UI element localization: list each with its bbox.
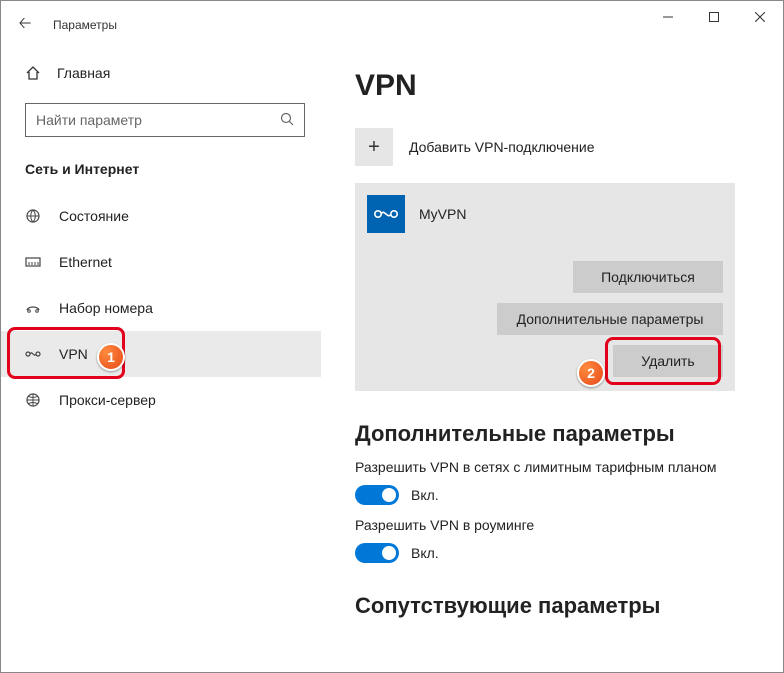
annotation-badge-1: 1 [97,343,125,371]
sidebar: Главная Найти параметр Сеть и Интернет С… [1,49,321,672]
vpn-connection-card[interactable]: MyVPN Подключиться Дополнительные параме… [355,183,735,391]
status-icon [25,208,41,224]
window-controls [645,1,783,49]
search-input[interactable]: Найти параметр [25,103,305,137]
sidebar-item-ethernet[interactable]: Ethernet [1,239,321,285]
toggle-state-text: Вкл. [411,545,439,561]
option-label: Разрешить VPN в сетях с лимитным тарифны… [355,459,783,475]
option-label: Разрешить VPN в роуминге [355,517,783,533]
maximize-button[interactable] [691,1,737,33]
sidebar-group-heading: Сеть и Интернет [1,155,321,193]
option-allow-metered: Разрешить VPN в сетях с лимитным тарифны… [355,459,783,505]
page-title: VPN [355,69,783,103]
proxy-icon [25,392,41,408]
nav-label: VPN [59,346,88,362]
nav-label: Прокси-сервер [59,392,156,408]
sidebar-item-status[interactable]: Состояние [1,193,321,239]
sidebar-item-dialup[interactable]: Набор номера [1,285,321,331]
sidebar-item-vpn[interactable]: VPN 1 [1,331,321,377]
nav-label: Набор номера [59,300,153,316]
minimize-icon [663,12,673,22]
vpn-tile-icon [367,195,405,233]
vpn-icon [25,348,41,360]
advanced-params-button[interactable]: Дополнительные параметры [497,303,723,335]
window-title: Параметры [53,18,117,32]
related-heading: Сопутствующие параметры [355,593,783,619]
arrow-left-icon: 🡠 [19,12,32,39]
extra-heading: Дополнительные параметры [355,421,783,447]
toggle-allow-metered[interactable] [355,485,399,505]
delete-button[interactable]: Удалить [613,345,723,377]
nav-label: Ethernet [59,254,112,270]
dialup-icon [25,300,41,316]
toggle-allow-roaming[interactable] [355,543,399,563]
plus-icon: + [355,128,393,166]
sidebar-item-proxy[interactable]: Прокси-сервер [1,377,321,423]
connect-button[interactable]: Подключиться [573,261,723,293]
maximize-icon [709,12,719,22]
nav-label: Состояние [59,208,129,224]
add-vpn-label: Добавить VPN-подключение [409,139,595,155]
minimize-button[interactable] [645,1,691,33]
option-allow-roaming: Разрешить VPN в роуминге Вкл. [355,517,783,563]
ethernet-icon [25,254,41,270]
home-icon [25,65,41,81]
vpn-connection-name: MyVPN [419,206,466,222]
annotation-badge-2: 2 [577,359,605,387]
add-vpn-row[interactable]: + Добавить VPN-подключение [355,125,783,169]
search-icon [280,112,294,129]
back-button[interactable]: 🡠 [1,1,49,49]
sidebar-home[interactable]: Главная [1,53,321,93]
search-placeholder: Найти параметр [36,112,142,128]
sidebar-home-label: Главная [57,65,110,81]
content-pane: VPN + Добавить VPN-подключение MyVPN Под… [321,49,783,672]
close-icon [755,12,765,22]
toggle-state-text: Вкл. [411,487,439,503]
close-button[interactable] [737,1,783,33]
titlebar: 🡠 Параметры [1,1,783,49]
